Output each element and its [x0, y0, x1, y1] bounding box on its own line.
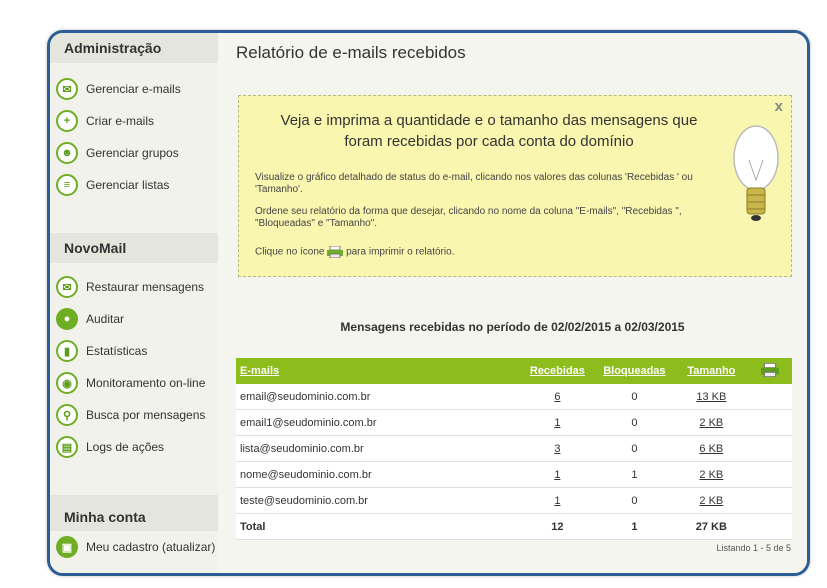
section-title-novomail: NovoMail: [50, 233, 218, 263]
table-row: teste@seudominio.com.br 1 0 2 KB: [236, 487, 792, 514]
report-table: E-mails Recebidas Bloqueadas Tamanho ema…: [236, 358, 792, 540]
cell-blocked: 0: [594, 487, 675, 514]
monitor-icon: ◉: [56, 372, 78, 394]
cell-received-link[interactable]: 6: [554, 391, 560, 403]
profile-icon: ▣: [56, 536, 78, 558]
table-row: nome@seudominio.com.br 1 1 2 KB: [236, 461, 792, 488]
sidebar-item-label: Gerenciar listas: [86, 178, 170, 192]
sidebar: Administração ✉ Gerenciar e-mails + Criar …: [50, 33, 218, 573]
info-text-chart: Visualize o gráfico detalhado de status …: [255, 172, 693, 195]
main-content: Relatório de e-mails recebidos x Veja e …: [218, 33, 807, 573]
section-title-admin: Administração: [50, 33, 218, 63]
sidebar-item-label: Restaurar mensagens: [86, 280, 205, 294]
app-frame: Administração ✉ Gerenciar e-mails + Criar …: [47, 30, 810, 576]
sidebar-item-restaurar[interactable]: ✉ Restaurar mensagens: [50, 271, 218, 303]
sidebar-section-novomail: NovoMail ✉ Restaurar mensagens ● Auditar ▮…: [50, 233, 218, 463]
cell-received-link[interactable]: 1: [554, 417, 560, 429]
column-blocked[interactable]: Bloqueadas: [594, 358, 675, 384]
cell-email: email1@seudominio.com.br: [236, 409, 521, 436]
printer-icon: [761, 362, 780, 377]
cell-email: nome@seudominio.com.br: [236, 461, 521, 488]
search-icon: ⚲: [56, 404, 78, 426]
cell-size-link[interactable]: 2 KB: [699, 495, 723, 507]
sidebar-item-gerenciar-emails[interactable]: ✉ Gerenciar e-mails: [50, 73, 218, 105]
sidebar-item-cadastro[interactable]: ▣ Meu cadastro (atualizar): [50, 531, 218, 563]
report-period: Mensagens recebidas no período de 02/02/…: [340, 320, 685, 334]
sidebar-item-estatisticas[interactable]: ▮ Estatísticas: [50, 335, 218, 367]
group-icon: ☻: [56, 142, 78, 164]
cell-email: teste@seudominio.com.br: [236, 487, 521, 514]
sidebar-item-criar-emails[interactable]: + Criar e-mails: [50, 105, 218, 137]
cell-blocked: 0: [594, 384, 675, 410]
column-size[interactable]: Tamanho: [674, 358, 749, 384]
cell-size-link[interactable]: 13 KB: [696, 391, 726, 403]
table-row: email1@seudominio.com.br 1 0 2 KB: [236, 409, 792, 436]
sidebar-item-label: Monitoramento on-line: [86, 376, 206, 390]
sidebar-item-logs[interactable]: ▤ Logs de ações: [50, 431, 218, 463]
cell-received-link[interactable]: 1: [554, 469, 560, 481]
pagination-info: Listando 1 - 5 de 5: [716, 543, 791, 553]
page-title: Relatório de e-mails recebidos: [236, 43, 466, 62]
info-headline: Veja e imprima a quantidade e o tamanho …: [280, 112, 698, 150]
sidebar-item-label: Logs de ações: [86, 440, 165, 454]
sidebar-item-gerenciar-listas[interactable]: ≡ Gerenciar listas: [50, 169, 218, 201]
cell-blocked: 0: [594, 409, 675, 436]
column-email[interactable]: E-mails: [236, 358, 521, 384]
print-hint-pre: Clique no ícone: [255, 246, 325, 258]
cell-received-link[interactable]: 3: [554, 443, 560, 455]
close-icon[interactable]: x: [775, 98, 783, 115]
info-box: x Veja e imprima a quantidade e o tamanh…: [238, 95, 792, 277]
total-size: 27 KB: [674, 513, 749, 540]
sidebar-item-auditar[interactable]: ● Auditar: [50, 303, 218, 335]
total-received: 12: [520, 513, 595, 540]
sidebar-item-monitoramento[interactable]: ◉ Monitoramento on-line: [50, 367, 218, 399]
user-icon: ●: [56, 308, 78, 330]
sidebar-item-label: Criar e-mails: [86, 114, 155, 128]
column-received[interactable]: Recebidas: [520, 358, 595, 384]
print-hint-post: para imprimir o relatório.: [346, 246, 455, 258]
sidebar-item-gerenciar-grupos[interactable]: ☻ Gerenciar grupos: [50, 137, 218, 169]
total-blocked: 1: [594, 513, 675, 540]
sidebar-item-label: Gerenciar e-mails: [86, 82, 181, 96]
cell-email: lista@seudominio.com.br: [236, 435, 521, 462]
cell-size-link[interactable]: 6 KB: [699, 443, 723, 455]
cell-size-link[interactable]: 2 KB: [699, 469, 723, 481]
stats-icon: ▮: [56, 340, 78, 362]
sidebar-item-busca[interactable]: ⚲ Busca por mensagens: [50, 399, 218, 431]
info-text-print: Clique no ícone para imprimir o relatóri…: [255, 246, 735, 259]
sidebar-item-label: Auditar: [86, 312, 125, 326]
table-total-row: Total 12 1 27 KB: [236, 513, 792, 540]
cell-blocked: 1: [594, 461, 675, 488]
print-button[interactable]: [748, 358, 792, 384]
restore-icon: ✉: [56, 276, 78, 298]
list-icon: ≡: [56, 174, 78, 196]
sidebar-section-admin: Administração ✉ Gerenciar e-mails + Criar …: [50, 33, 218, 201]
sidebar-item-label: Estatísticas: [86, 344, 148, 358]
total-label: Total: [236, 513, 521, 540]
cell-email: email@seudominio.com.br: [236, 384, 521, 410]
sidebar-item-label: Busca por mensagens: [86, 408, 206, 422]
section-title-account: Minha conta: [50, 495, 218, 531]
sidebar-item-label: Meu cadastro (atualizar): [86, 540, 216, 554]
plus-icon: +: [56, 110, 78, 132]
cell-received-link[interactable]: 1: [554, 495, 560, 507]
table-header-row: E-mails Recebidas Bloqueadas Tamanho: [236, 358, 792, 384]
envelope-icon: ✉: [56, 78, 78, 100]
cell-size-link[interactable]: 2 KB: [699, 417, 723, 429]
cell-blocked: 0: [594, 435, 675, 462]
sidebar-section-account: Minha conta ▣ Meu cadastro (atualizar): [50, 495, 218, 563]
log-icon: ▤: [56, 436, 78, 458]
table-row: email@seudominio.com.br 6 0 13 KB: [236, 384, 792, 410]
info-text-sort: Ordene seu relatório da forma que deseja…: [255, 206, 682, 229]
lightbulb-icon: [733, 125, 779, 221]
sidebar-item-label: Gerenciar grupos: [86, 146, 179, 160]
printer-icon: [327, 246, 344, 258]
table-row: lista@seudominio.com.br 3 0 6 KB: [236, 435, 792, 462]
